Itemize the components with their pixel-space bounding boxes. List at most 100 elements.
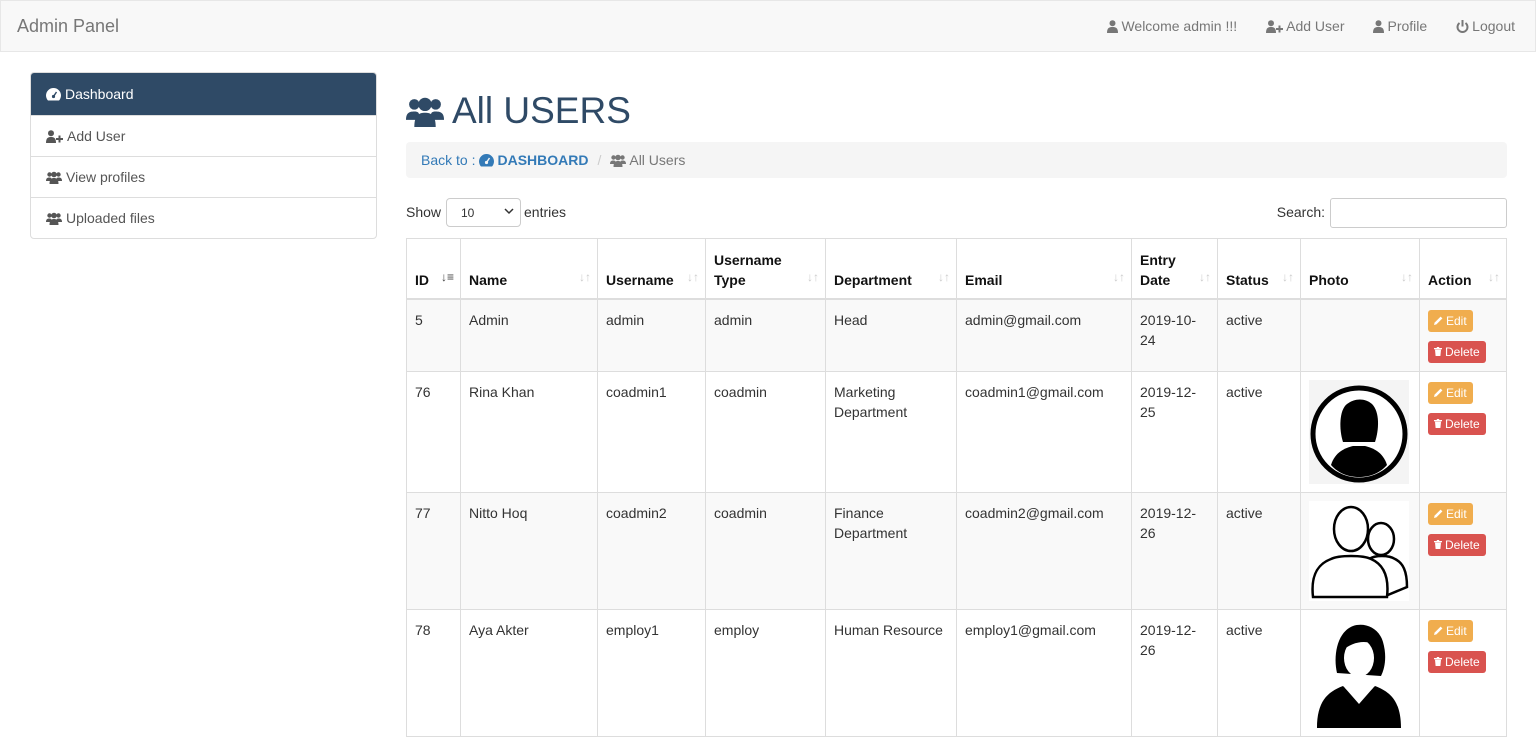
breadcrumb-current-text: All Users bbox=[629, 152, 686, 168]
sort-icon: ↓↑ bbox=[1282, 269, 1294, 284]
users-icon bbox=[46, 212, 62, 225]
chevron-down-icon bbox=[504, 208, 514, 215]
sidebar-item-label: Add User bbox=[67, 128, 126, 144]
profile-text: Profile bbox=[1387, 18, 1428, 34]
pencil-icon bbox=[1434, 316, 1443, 325]
navbar: Admin Panel Welcome admin !!! Add User P… bbox=[0, 0, 1536, 52]
cell-entry-date: 2019-10-24 bbox=[1131, 298, 1218, 372]
logout-link[interactable]: Logout bbox=[1456, 18, 1515, 34]
sidebar-item-label: Dashboard bbox=[65, 86, 134, 102]
delete-button[interactable]: Delete bbox=[1428, 533, 1486, 556]
delete-button[interactable]: Delete bbox=[1428, 340, 1486, 363]
column-header-photo[interactable]: Photo ↓↑ bbox=[1300, 238, 1420, 300]
column-header-email[interactable]: Email ↓↑ bbox=[956, 238, 1132, 300]
user-icon bbox=[1373, 19, 1385, 33]
user-photo bbox=[1309, 617, 1409, 728]
cell-entry-date: 2019-12-26 bbox=[1131, 608, 1218, 737]
cell-status: active bbox=[1217, 491, 1301, 610]
user-photo bbox=[1309, 500, 1409, 601]
edit-button[interactable]: Edit bbox=[1428, 309, 1473, 332]
cell-username: admin bbox=[597, 298, 706, 372]
cell-status: active bbox=[1217, 298, 1301, 372]
delete-button[interactable]: Delete bbox=[1428, 650, 1486, 673]
cell-status: active bbox=[1217, 370, 1301, 493]
entries-select[interactable]: 10 bbox=[446, 198, 521, 227]
edit-button[interactable]: Edit bbox=[1428, 381, 1473, 404]
add-user-text: Add User bbox=[1286, 18, 1345, 34]
search-input[interactable] bbox=[1330, 198, 1507, 228]
sidebar-item-view-profiles[interactable]: View profiles bbox=[31, 156, 376, 197]
table-row: 77 Nitto Hoq coadmin2 coadmin Finance De… bbox=[406, 491, 1507, 610]
cell-department: Marketing Department bbox=[825, 370, 957, 493]
profile-link[interactable]: Profile bbox=[1373, 18, 1427, 34]
pencil-icon bbox=[1434, 388, 1443, 397]
cell-id: 78 bbox=[406, 608, 461, 737]
sidebar: Dashboard Add User View profiles Uploade… bbox=[30, 72, 377, 239]
column-header-username[interactable]: Username ↓↑ bbox=[597, 238, 706, 300]
cell-name: Admin bbox=[460, 298, 598, 372]
sidebar-item-uploaded-files[interactable]: Uploaded files bbox=[31, 197, 376, 238]
breadcrumb-current: All Users bbox=[610, 152, 685, 168]
column-header-entry-date[interactable]: Entry Date ↓↑ bbox=[1131, 238, 1218, 300]
sidebar-item-label: View profiles bbox=[66, 169, 146, 185]
users-icon bbox=[406, 97, 444, 127]
cell-action: Edit Delete bbox=[1419, 298, 1507, 372]
breadcrumb-dashboard-link[interactable]: DASHBOARD bbox=[479, 152, 588, 168]
cell-username: coadmin2 bbox=[597, 491, 706, 610]
cell-entry-date: 2019-12-26 bbox=[1131, 491, 1218, 610]
cell-entry-date: 2019-12-25 bbox=[1131, 370, 1218, 493]
search-label: Search: bbox=[1276, 204, 1325, 220]
sidebar-item-dashboard[interactable]: Dashboard bbox=[31, 73, 376, 115]
users-icon bbox=[46, 171, 62, 184]
trash-icon bbox=[1434, 347, 1442, 356]
column-header-username-type[interactable]: Username Type ↓↑ bbox=[705, 238, 826, 300]
welcome-link[interactable]: Welcome admin !!! bbox=[1107, 18, 1237, 34]
user-icon bbox=[1107, 19, 1119, 33]
cell-email: coadmin1@gmail.com bbox=[956, 370, 1132, 493]
sort-icon: ↓↑ bbox=[1113, 269, 1125, 284]
logout-text: Logout bbox=[1472, 18, 1515, 34]
cell-username: employ1 bbox=[597, 608, 706, 737]
sort-asc-icon: ↓≡ bbox=[440, 269, 454, 284]
cell-name: Aya Akter bbox=[460, 608, 598, 737]
cell-username: coadmin1 bbox=[597, 370, 706, 493]
column-header-action[interactable]: Action ↓↑ bbox=[1419, 238, 1507, 300]
pencil-icon bbox=[1434, 626, 1443, 635]
cell-name: Rina Khan bbox=[460, 370, 598, 493]
sidebar-item-add-user[interactable]: Add User bbox=[31, 115, 376, 156]
power-icon bbox=[1456, 19, 1469, 33]
cell-email: coadmin2@gmail.com bbox=[956, 491, 1132, 610]
user-plus-icon bbox=[46, 129, 63, 143]
trash-icon bbox=[1434, 540, 1442, 549]
cell-id: 76 bbox=[406, 370, 461, 493]
sort-icon: ↓↑ bbox=[1488, 269, 1500, 284]
edit-button[interactable]: Edit bbox=[1428, 619, 1473, 642]
cell-photo bbox=[1300, 491, 1420, 610]
cell-status: active bbox=[1217, 608, 1301, 737]
cell-username-type: coadmin bbox=[705, 491, 826, 610]
sort-icon: ↓↑ bbox=[938, 269, 950, 284]
brand[interactable]: Admin Panel bbox=[17, 16, 119, 37]
dashboard-icon bbox=[46, 87, 61, 100]
add-user-link[interactable]: Add User bbox=[1266, 18, 1344, 34]
cell-username-type: admin bbox=[705, 298, 826, 372]
delete-button[interactable]: Delete bbox=[1428, 412, 1486, 435]
cell-action: Edit Delete bbox=[1419, 608, 1507, 737]
user-photo bbox=[1309, 379, 1409, 484]
column-header-name[interactable]: Name ↓↑ bbox=[460, 238, 598, 300]
column-header-department[interactable]: Department ↓↑ bbox=[825, 238, 957, 300]
column-header-id[interactable]: ID ↓≡ bbox=[406, 238, 461, 300]
table-row: 76 Rina Khan coadmin1 coadmin Marketing … bbox=[406, 370, 1507, 493]
cell-id: 77 bbox=[406, 491, 461, 610]
breadcrumb-prefix: Back to : bbox=[421, 152, 476, 168]
cell-action: Edit Delete bbox=[1419, 370, 1507, 493]
cell-department: Human Resource bbox=[825, 608, 957, 737]
cell-id: 5 bbox=[406, 298, 461, 372]
edit-button[interactable]: Edit bbox=[1428, 502, 1473, 525]
column-header-status[interactable]: Status ↓↑ bbox=[1217, 238, 1301, 300]
welcome-text: Welcome admin !!! bbox=[1121, 18, 1238, 34]
breadcrumb-link-text: DASHBOARD bbox=[497, 152, 589, 168]
breadcrumb: Back to : DASHBOARD / All Users bbox=[406, 142, 1507, 178]
trash-icon bbox=[1434, 419, 1442, 428]
sort-icon: ↓↑ bbox=[579, 269, 591, 284]
